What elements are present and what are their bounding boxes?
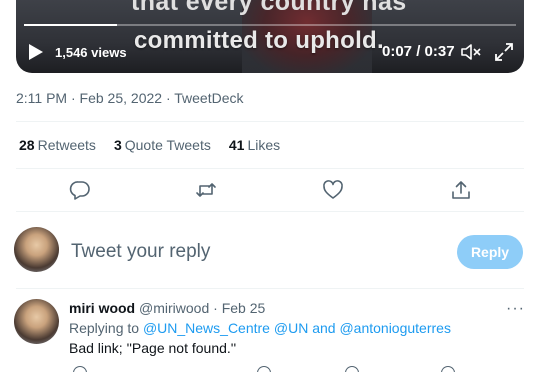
like-icon[interactable] xyxy=(322,179,344,201)
mention-un-news-centre[interactable]: @UN_News_Centre xyxy=(143,320,270,336)
view-count: 1,546 views xyxy=(55,45,127,60)
share-icon[interactable] xyxy=(345,366,359,372)
reply-text: Bad link; ''Page not found.'' xyxy=(69,340,237,356)
tweet-stats: 28 Retweets 3 Quote Tweets 41 Likes xyxy=(19,137,298,153)
reply-icon[interactable] xyxy=(69,179,91,201)
reply-date[interactable]: Feb 25 xyxy=(222,300,266,316)
video-caption-top: that every country has xyxy=(131,0,407,16)
reply-actions-partial xyxy=(69,366,489,372)
play-icon[interactable] xyxy=(28,43,44,61)
mention-un[interactable]: @UN xyxy=(274,320,308,336)
reply-separator: · xyxy=(213,300,218,316)
retweet-icon[interactable] xyxy=(195,179,217,201)
tweet-actions xyxy=(16,176,524,204)
replying-to: Replying to @UN_News_Centre @UN and @ant… xyxy=(69,320,451,336)
quote-tweets-stat[interactable]: 3 Quote Tweets xyxy=(114,137,211,153)
replying-to-label: Replying to xyxy=(69,320,140,336)
retweets-label: Retweets xyxy=(37,137,96,153)
mute-icon[interactable] xyxy=(460,42,482,62)
more-options-icon[interactable]: ··· xyxy=(506,300,525,318)
likes-stat[interactable]: 41 Likes xyxy=(229,137,280,153)
mention-antonioguterres[interactable]: @antonioguterres xyxy=(339,320,451,336)
reply-input[interactable]: Tweet your reply xyxy=(71,241,210,263)
retweets-count: 28 xyxy=(19,137,35,153)
likes-label: Likes xyxy=(247,137,281,153)
divider xyxy=(16,168,524,169)
quote-tweets-count: 3 xyxy=(113,137,122,153)
tweet-timestamp[interactable]: 2:11 PM · Feb 25, 2022 · TweetDeck xyxy=(16,90,244,106)
video-caption: committed to uphold. xyxy=(134,27,384,54)
video-progress-bar[interactable] xyxy=(24,24,516,26)
reply-author-avatar[interactable] xyxy=(14,299,59,344)
video-time: 0:07 / 0:37 xyxy=(382,43,455,60)
likes-count: 41 xyxy=(228,137,245,153)
reply-author-name[interactable]: miri wood xyxy=(69,300,135,316)
mention-and: and xyxy=(312,320,336,336)
reply-author-handle[interactable]: @miriwood xyxy=(139,300,209,316)
like-icon[interactable] xyxy=(257,366,271,372)
retweets-stat[interactable]: 28 Retweets xyxy=(19,137,96,153)
reply-button[interactable]: Reply xyxy=(457,235,523,269)
fullscreen-icon[interactable] xyxy=(494,42,514,62)
video-progress-fill xyxy=(24,24,118,26)
avatar[interactable] xyxy=(14,227,59,272)
video-player[interactable]: that every country has committed to upho… xyxy=(16,0,524,73)
quote-tweets-label: Quote Tweets xyxy=(124,137,211,153)
share-icon[interactable] xyxy=(441,366,455,372)
share-icon[interactable] xyxy=(450,179,472,201)
reply-header: miri wood @miriwood · Feb 25 xyxy=(69,300,265,316)
divider xyxy=(16,211,524,212)
reply-icon[interactable] xyxy=(73,366,87,372)
divider xyxy=(16,288,524,289)
divider xyxy=(16,121,524,122)
